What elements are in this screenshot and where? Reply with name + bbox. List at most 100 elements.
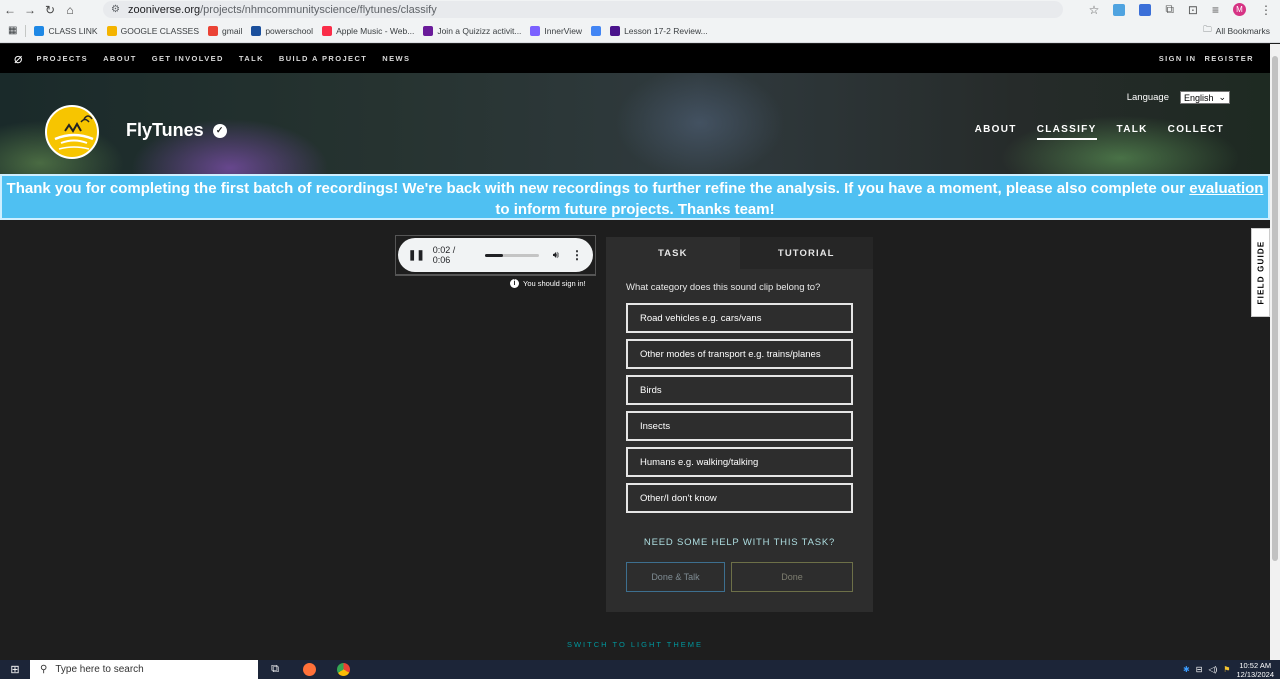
field-guide-label: FIELD GUIDE [1256,240,1265,305]
register-link[interactable]: REGISTER [1204,54,1254,63]
tab-task[interactable]: TASK [606,237,740,269]
extensions-puzzle-icon[interactable]: ⧉ [1165,2,1174,17]
scrollbar-thumb[interactable] [1272,56,1278,561]
theme-switch-link[interactable]: SWITCH TO LIGHT THEME [0,640,1270,649]
bookmark-item[interactable]: CLASS LINK [34,25,98,36]
bookmark-label: GOOGLE CLASSES [120,25,200,36]
bookmark-favicon-icon [423,25,434,36]
windows-taskbar: ⊞ ⚲ Type here to search ⧉ ✱ ⊟ ◁) ⚑ 10:52… [0,660,1280,679]
reload-icon[interactable]: ↻ [40,0,60,19]
answer-option[interactable]: Humans e.g. walking/talking [626,447,853,477]
forward-icon[interactable]: → [20,0,40,19]
all-bookmarks[interactable]: 🗀 All Bookmarks [1203,19,1270,43]
nav-link-about[interactable]: ABOUT [103,54,137,63]
answer-option[interactable]: Other modes of transport e.g. trains/pla… [626,339,853,369]
sign-in-link[interactable]: SIGN IN [1159,54,1197,63]
taskbar-search-placeholder: Type here to search [55,664,144,675]
bookmark-label: powerschool [265,25,314,36]
extension-icon[interactable] [1113,3,1126,16]
project-nav: ABOUT CLASSIFY TALK COLLECT [975,124,1224,140]
done-button[interactable]: Done [731,562,853,592]
bookmark-item[interactable]: GOOGLE CLASSES [106,25,200,36]
bookmark-label: Apple Music - Web... [336,25,415,36]
language-select[interactable]: English ⌄ [1180,91,1230,104]
bookmark-item[interactable] [591,25,602,36]
project-header: FlyTunes ✓ Language English ⌄ ABOUT CLASS… [0,73,1270,174]
bookmark-item[interactable]: InnerView [530,25,583,36]
update-icon[interactable]: ⚑ [1223,665,1230,674]
chevron-down-icon: ⌄ [1218,92,1226,102]
windows-start-icon[interactable]: ⊞ [0,660,30,679]
audio-seek-bar[interactable] [485,253,539,257]
more-options-icon[interactable]: ⋮ [571,248,583,262]
url-host: zooniverse.org [127,3,201,16]
bookmark-item[interactable]: Join a Quizizz activit... [423,25,521,36]
address-bar[interactable]: ⚙ zooniverse.org/projects/nhmcommunitysc… [103,1,1063,18]
bookmark-item[interactable]: Lesson 17-2 Review... [610,25,708,36]
verified-check-icon: ✓ [212,123,227,138]
page-scrollbar[interactable] [1270,44,1280,660]
answer-option[interactable]: Insects [626,411,853,441]
profile-avatar[interactable]: M [1233,3,1246,16]
task-help-link[interactable]: NEED SOME HELP WITH THIS TASK? [606,537,873,548]
url-path: /projects/nhmcommunityscience/flytunes/c… [200,3,437,16]
chrome-icon[interactable] [326,660,360,679]
bookmarks-divider [25,24,27,37]
screenshot-icon[interactable]: ⊡ [1188,3,1198,17]
project-nav-about[interactable]: ABOUT [975,124,1017,140]
volume-icon[interactable]: 🔊︎ [553,250,559,261]
fly-logo-icon [54,115,94,150]
evaluation-link[interactable]: evaluation [1189,180,1263,197]
answer-option[interactable]: Other/I don't know [626,483,853,513]
home-icon[interactable]: ⌂ [60,0,80,19]
back-icon[interactable]: ← [0,0,20,19]
task-view-icon[interactable]: ⧉ [258,660,292,679]
audio-progress-fill [485,253,503,257]
bookmark-item[interactable]: powerschool [251,25,314,36]
answer-option[interactable]: Birds [626,375,853,405]
zooniverse-nav: ⌀ PROJECTS ABOUT GET INVOLVED TALK BUILD A P… [0,44,1270,73]
project-avatar[interactable] [45,105,99,159]
nav-link-projects[interactable]: PROJECTS [36,54,88,63]
nav-link-talk[interactable]: TALK [239,54,264,63]
language-value: English [1184,92,1214,103]
zooniverse-logo-icon[interactable]: ⌀ [14,50,22,67]
bookmark-favicon-icon [610,25,621,36]
tab-tutorial[interactable]: TUTORIAL [739,237,873,269]
bookmark-item[interactable]: Apple Music - Web... [322,25,415,36]
bluetooth-icon[interactable]: ✱ [1183,665,1190,674]
done-and-talk-button[interactable]: Done & Talk [626,562,725,592]
network-icon[interactable]: ⊟ [1196,665,1203,674]
bookmark-label: Lesson 17-2 Review... [624,25,708,36]
bookmark-label: InnerView [544,25,583,36]
field-guide-tab[interactable]: FIELD GUIDE [1251,228,1270,317]
signin-notice-text: You should sign in! [523,279,586,288]
project-nav-classify[interactable]: CLASSIFY [1036,124,1097,140]
site-info-icon[interactable]: ⚙ [111,4,120,15]
bookmark-item[interactable]: gmail [208,25,242,36]
pause-icon[interactable]: ❚❚ [408,250,425,261]
nav-link-get-involved[interactable]: GET INVOLVED [152,54,224,63]
nav-link-news[interactable]: NEWS [382,54,410,63]
project-nav-collect[interactable]: COLLECT [1168,124,1224,140]
bookmark-star-icon[interactable]: ☆ [1089,3,1100,17]
project-nav-talk[interactable]: TALK [1117,124,1148,140]
media-control-icon[interactable]: ≡ [1212,3,1219,17]
audio-player[interactable]: ❚❚ 0:02 / 0:06 🔊︎ ⋮ [398,238,593,272]
speaker-icon[interactable]: ◁) [1208,665,1217,674]
bookmarks-bar: ▦ CLASS LINK GOOGLE CLASSES gmail powerscho… [0,19,1280,43]
extension-ft-icon[interactable] [1139,3,1152,16]
classifier-area: ❚❚ 0:02 / 0:06 🔊︎ ⋮ i You should sign in… [0,220,1270,660]
chrome-menu-icon[interactable]: ⋮ [1260,3,1272,17]
project-title[interactable]: FlyTunes ✓ [126,120,227,141]
task-question: What category does this sound clip belon… [626,282,821,293]
subject-viewer: ❚❚ 0:02 / 0:06 🔊︎ ⋮ [395,235,596,276]
taskbar-clock[interactable]: 10:52 AM 12/13/2024 [1236,661,1274,679]
answer-option[interactable]: Road vehicles e.g. cars/vans [626,303,853,333]
taskbar-search[interactable]: ⚲ Type here to search [30,660,258,679]
apps-grid-icon[interactable]: ▦ [8,25,17,36]
firefox-icon[interactable] [292,660,326,679]
nav-link-build-a-project[interactable]: BUILD A PROJECT [279,54,367,63]
bookmark-label: CLASS LINK [48,25,98,36]
info-icon: i [510,279,519,288]
